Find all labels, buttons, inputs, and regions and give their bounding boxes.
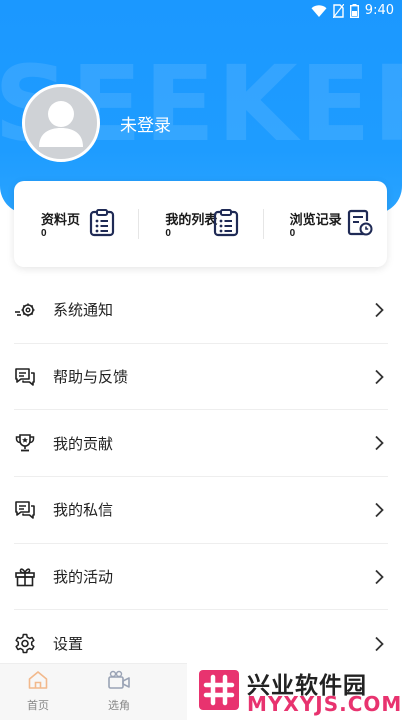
- gear-icon: [15, 633, 35, 654]
- menu-item-help-feedback[interactable]: 帮助与反馈: [14, 344, 388, 411]
- chevron-right-icon: [375, 569, 384, 584]
- home-icon: [28, 671, 48, 689]
- chevron-right-icon: [375, 302, 384, 317]
- stat-label: 我的列表: [165, 212, 218, 227]
- tab-home[interactable]: 首页: [8, 670, 68, 713]
- menu-label: 我的贡献: [53, 435, 114, 453]
- stat-label: 资料页: [41, 212, 81, 227]
- menu-label: 帮助与反馈: [53, 369, 129, 387]
- menu-item-private-message[interactable]: 我的私信: [14, 477, 388, 544]
- chevron-right-icon: [375, 436, 384, 451]
- trophy-icon: [15, 434, 35, 452]
- stat-profile-page[interactable]: 资料页 0: [14, 181, 138, 267]
- chevron-right-icon: [375, 636, 384, 651]
- stat-count: 0: [165, 228, 171, 239]
- login-prompt[interactable]: 未登录: [120, 111, 171, 136]
- tab-label: 选角: [108, 700, 130, 712]
- brand-url: MYXYJS.COM: [247, 692, 402, 716]
- chevron-right-icon: [375, 502, 384, 518]
- tab-casting[interactable]: 选角: [89, 670, 149, 713]
- gift-icon: [15, 567, 35, 586]
- battery-icon: [349, 3, 359, 18]
- menu-list: 系统通知 帮助与反馈 我的贡献 我的私信 我的活动 设置: [14, 277, 388, 677]
- menu-item-my-activity[interactable]: 我的活动: [14, 544, 388, 611]
- gear-notify-icon: [15, 303, 35, 317]
- clock: 9:40: [364, 3, 394, 18]
- menu-item-system-notice[interactable]: 系统通知: [14, 277, 388, 344]
- menu-label: 我的私信: [53, 502, 114, 520]
- stat-count: 0: [289, 228, 296, 239]
- message-icon: [15, 501, 35, 519]
- tab-label: 首页: [27, 700, 49, 712]
- history-document-icon: [347, 209, 373, 236]
- wifi-icon: [311, 4, 327, 17]
- clipboard-list-icon: [89, 209, 115, 237]
- menu-label: 系统通知: [53, 302, 114, 320]
- user-silhouette-icon: [39, 101, 83, 147]
- camera-icon: [108, 670, 130, 689]
- stats-card: 资料页 0 我的列表 0 浏览记录 0: [14, 181, 387, 267]
- menu-label: 设置: [53, 636, 84, 654]
- menu-label: 我的活动: [53, 569, 114, 587]
- status-bar: 9:40: [0, 0, 402, 24]
- stat-browse-history[interactable]: 浏览记录 0: [262, 181, 387, 267]
- brand-logo-icon: [199, 670, 239, 710]
- clipboard-list-icon: [214, 209, 239, 237]
- avatar[interactable]: [22, 84, 100, 162]
- stat-my-list[interactable]: 我的列表 0: [138, 181, 262, 267]
- stat-label: 浏览记录: [289, 212, 342, 227]
- chevron-right-icon: [375, 369, 384, 384]
- stat-count: 0: [41, 228, 47, 239]
- chat-bubbles-icon: [15, 367, 35, 386]
- no-sim-icon: [332, 3, 344, 18]
- brand-watermark: 兴业软件园 MYXYJS.COM: [187, 662, 402, 720]
- menu-item-my-contribution[interactable]: 我的贡献: [14, 410, 388, 478]
